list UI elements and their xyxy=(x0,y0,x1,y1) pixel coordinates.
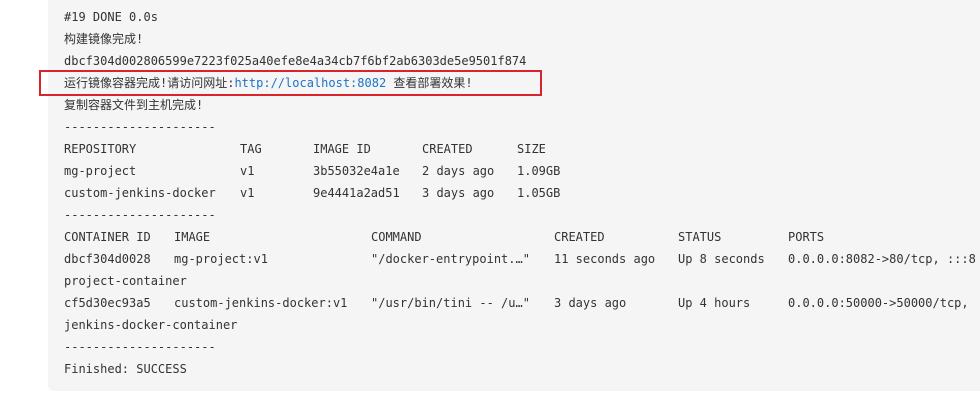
images-cell-created: 2 days ago xyxy=(422,164,495,178)
images-cell-tag: v1 xyxy=(240,164,255,178)
containers-cell-command: "/usr/bin/tini -- /u…" xyxy=(371,296,530,310)
images-header-created: CREATED xyxy=(422,142,473,156)
containers-cell-created: 11 seconds ago xyxy=(554,252,656,266)
log-line-build-complete: 构建镜像完成! xyxy=(64,32,144,46)
log-line-step-done: #19 DONE 0.0s xyxy=(64,10,158,24)
containers-cell-ports: 0.0.0.0:50000->50000/tcp, xyxy=(788,296,969,310)
containers-cell-names-wrap: jenkins-docker-container xyxy=(64,318,238,332)
containers-header-command: COMMAND xyxy=(371,230,422,244)
containers-cell-container-id: cf5d30ec93a5 xyxy=(64,296,151,310)
containers-header-status: STATUS xyxy=(678,230,722,244)
containers-cell-names-wrap: project-container xyxy=(64,274,187,288)
containers-header-image: IMAGE xyxy=(174,230,211,244)
log-line-image-hash: dbcf304d002806599e7223f025a40efe8e4a34cb… xyxy=(64,54,527,68)
images-cell-repository: custom-jenkins-docker xyxy=(64,186,216,200)
separator-line: --------------------- xyxy=(64,208,216,222)
images-cell-image-id: 9e4441a2ad51 xyxy=(313,186,400,200)
images-header-repository: REPOSITORY xyxy=(64,142,137,156)
log-line-finished: Finished: SUCCESS xyxy=(64,362,187,376)
images-cell-size: 1.05GB xyxy=(517,186,561,200)
containers-cell-image: mg-project:v1 xyxy=(174,252,268,266)
containers-header-ports: PORTS xyxy=(788,230,825,244)
highlight-annotation-box xyxy=(39,70,542,96)
containers-cell-status: Up 4 hours xyxy=(678,296,751,310)
images-header-size: SIZE xyxy=(517,142,546,156)
containers-cell-command: "/docker-entrypoint.…" xyxy=(371,252,530,266)
log-line-copy-complete: 复制容器文件到主机完成! xyxy=(64,98,204,112)
containers-cell-created: 3 days ago xyxy=(554,296,627,310)
images-cell-created: 3 days ago xyxy=(422,186,495,200)
images-cell-tag: v1 xyxy=(240,186,255,200)
containers-cell-status: Up 8 seconds xyxy=(678,252,765,266)
containers-header-container-id: CONTAINER ID xyxy=(64,230,151,244)
containers-cell-image: custom-jenkins-docker:v1 xyxy=(174,296,348,310)
containers-cell-ports: 0.0.0.0:8082->80/tcp, :::8 xyxy=(788,252,976,266)
images-header-image-id: IMAGE ID xyxy=(313,142,371,156)
images-cell-size: 1.09GB xyxy=(517,164,561,178)
separator-line: --------------------- xyxy=(64,340,216,354)
containers-cell-container-id: dbcf304d0028 xyxy=(64,252,151,266)
images-cell-repository: mg-project xyxy=(64,164,137,178)
separator-line: --------------------- xyxy=(64,120,216,134)
images-cell-image-id: 3b55032e4a1e xyxy=(313,164,400,178)
images-header-tag: TAG xyxy=(240,142,262,156)
containers-header-created: CREATED xyxy=(554,230,605,244)
